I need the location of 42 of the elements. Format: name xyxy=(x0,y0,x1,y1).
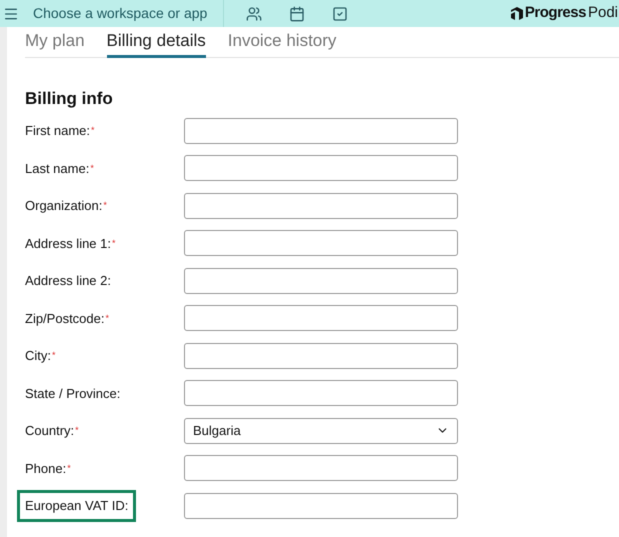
input-field[interactable] xyxy=(184,455,458,482)
required-mark: * xyxy=(52,349,56,362)
calendar-icon[interactable] xyxy=(289,6,305,22)
input-field[interactable] xyxy=(184,380,458,406)
menu-icon[interactable] xyxy=(3,6,19,22)
field-label: Organization: xyxy=(25,197,102,215)
input-field[interactable] xyxy=(184,492,458,519)
input-field[interactable] xyxy=(184,268,458,294)
field-label: First name: xyxy=(25,122,90,140)
input-field[interactable] xyxy=(184,342,458,369)
logo-brand: Progress xyxy=(524,3,586,24)
field-label: Country: xyxy=(25,422,74,440)
workspace-picker[interactable]: Choose a workspace or app xyxy=(33,3,223,24)
logo-product: Podi xyxy=(588,3,618,24)
required-mark: * xyxy=(103,199,107,212)
checkbox-icon[interactable] xyxy=(332,6,348,22)
input-field[interactable] xyxy=(184,192,458,219)
field-label: Zip/Postcode: xyxy=(25,310,104,328)
input-field[interactable] xyxy=(184,118,458,144)
section-title: Billing info xyxy=(25,88,114,108)
required-mark: * xyxy=(75,424,79,437)
tab[interactable]: My plan xyxy=(25,28,85,57)
input-field[interactable] xyxy=(184,305,458,332)
field-label: Last name: xyxy=(25,160,90,178)
required-mark: * xyxy=(91,124,95,137)
field-label: City: xyxy=(25,347,51,365)
field-label: Address line 1: xyxy=(25,234,111,252)
input-field[interactable] xyxy=(184,230,458,256)
required-mark: * xyxy=(112,236,116,250)
tab[interactable]: Invoice history xyxy=(228,28,336,57)
field-label: European VAT ID: xyxy=(17,490,136,522)
field-label: State / Province: xyxy=(25,384,120,402)
field-label: Phone: xyxy=(25,460,66,478)
required-mark: * xyxy=(106,312,110,324)
logo-icon xyxy=(508,6,523,20)
required-mark: * xyxy=(67,462,71,474)
country-select[interactable]: Bulgaria xyxy=(184,418,458,444)
field-label: Address line 2: xyxy=(25,272,111,290)
input-field[interactable] xyxy=(184,155,458,182)
people-icon[interactable] xyxy=(246,6,262,22)
required-mark: * xyxy=(90,162,94,174)
tab[interactable]: Billing details xyxy=(106,28,206,58)
